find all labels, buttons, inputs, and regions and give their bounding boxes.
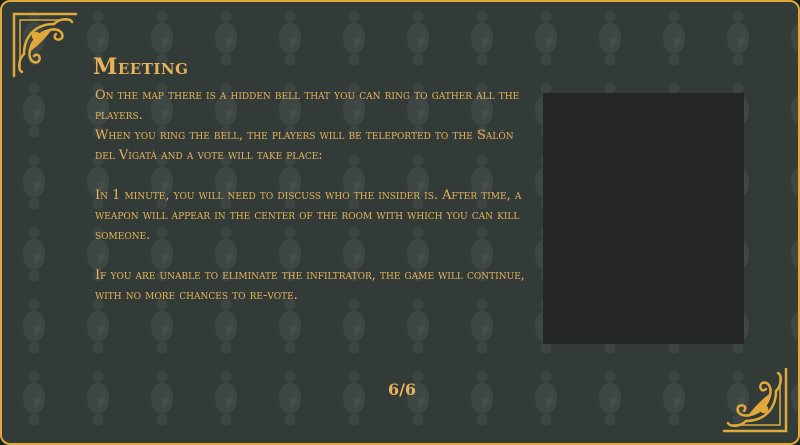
media-placeholder <box>543 93 744 344</box>
ornament-corner-icon <box>722 367 788 433</box>
instruction-paragraph: On the map there is a hidden bell that y… <box>95 88 520 123</box>
instruction-paragraph: If you are unable to eliminate the infil… <box>95 268 525 303</box>
page-indicator: 6/6 <box>387 380 417 399</box>
instruction-paragraph: When you ring the bell, the players will… <box>95 128 514 163</box>
dialog-title: Meeting <box>93 54 189 80</box>
instruction-paragraph: In 1 minute, you will need to discuss wh… <box>95 188 522 243</box>
tutorial-panel: Meeting On the map there is a hidden bel… <box>0 0 800 445</box>
dialog-body: On the map there is a hidden bell that y… <box>95 86 525 306</box>
ornament-corner-icon <box>12 12 78 78</box>
